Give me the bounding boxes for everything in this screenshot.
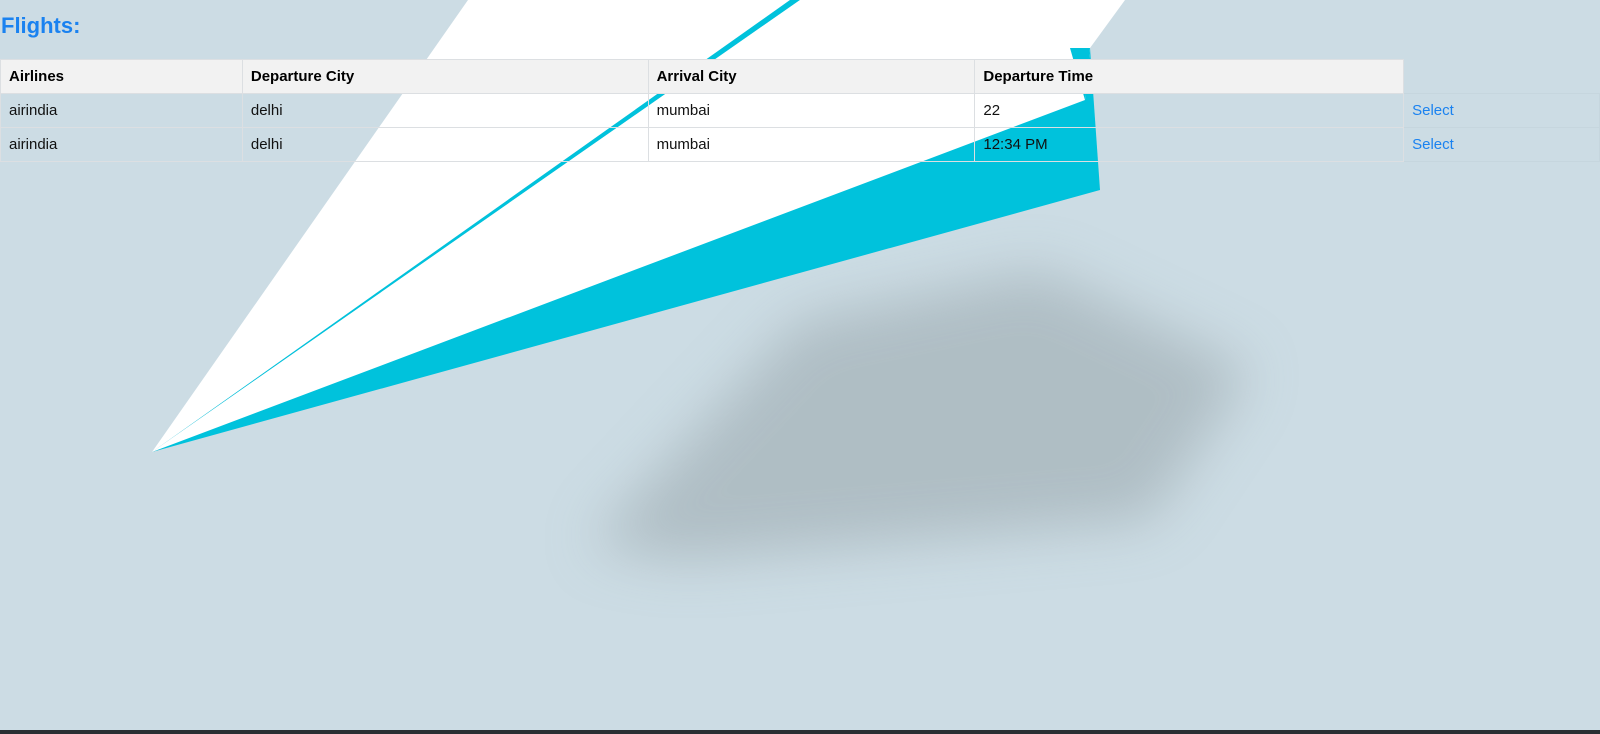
column-header-departure-city: Departure City	[241, 59, 649, 94]
select-flight-link[interactable]: Select	[1412, 102, 1454, 119]
column-header-arrival-city: Arrival City	[647, 59, 976, 94]
cell-departure-time: 12:34 PM	[974, 127, 1405, 162]
bottom-edge-bar	[0, 730, 1600, 734]
cell-action: Select	[1403, 93, 1600, 128]
column-header-departure-time: Departure Time	[974, 59, 1405, 94]
cell-action: Select	[1403, 127, 1600, 162]
column-header-airlines: Airlines	[0, 59, 243, 94]
table-header-row: Airlines Departure City Arrival City Dep…	[0, 59, 1600, 94]
cell-airline: airindia	[0, 127, 243, 162]
cell-airline: airindia	[0, 93, 243, 128]
cell-arrival-city: mumbai	[647, 93, 976, 128]
cell-departure-city: delhi	[241, 93, 649, 128]
page-title: Flights:	[1, 13, 81, 38]
column-header-action	[1404, 60, 1600, 94]
cell-departure-city: delhi	[241, 127, 649, 162]
select-flight-link[interactable]: Select	[1412, 136, 1454, 153]
table-row: airindia delhi mumbai 22 Select	[0, 93, 1600, 128]
flights-table: Airlines Departure City Arrival City Dep…	[0, 59, 1600, 162]
cell-departure-time: 22	[974, 93, 1405, 128]
cell-arrival-city: mumbai	[647, 127, 976, 162]
table-row: airindia delhi mumbai 12:34 PM Select	[0, 127, 1600, 162]
